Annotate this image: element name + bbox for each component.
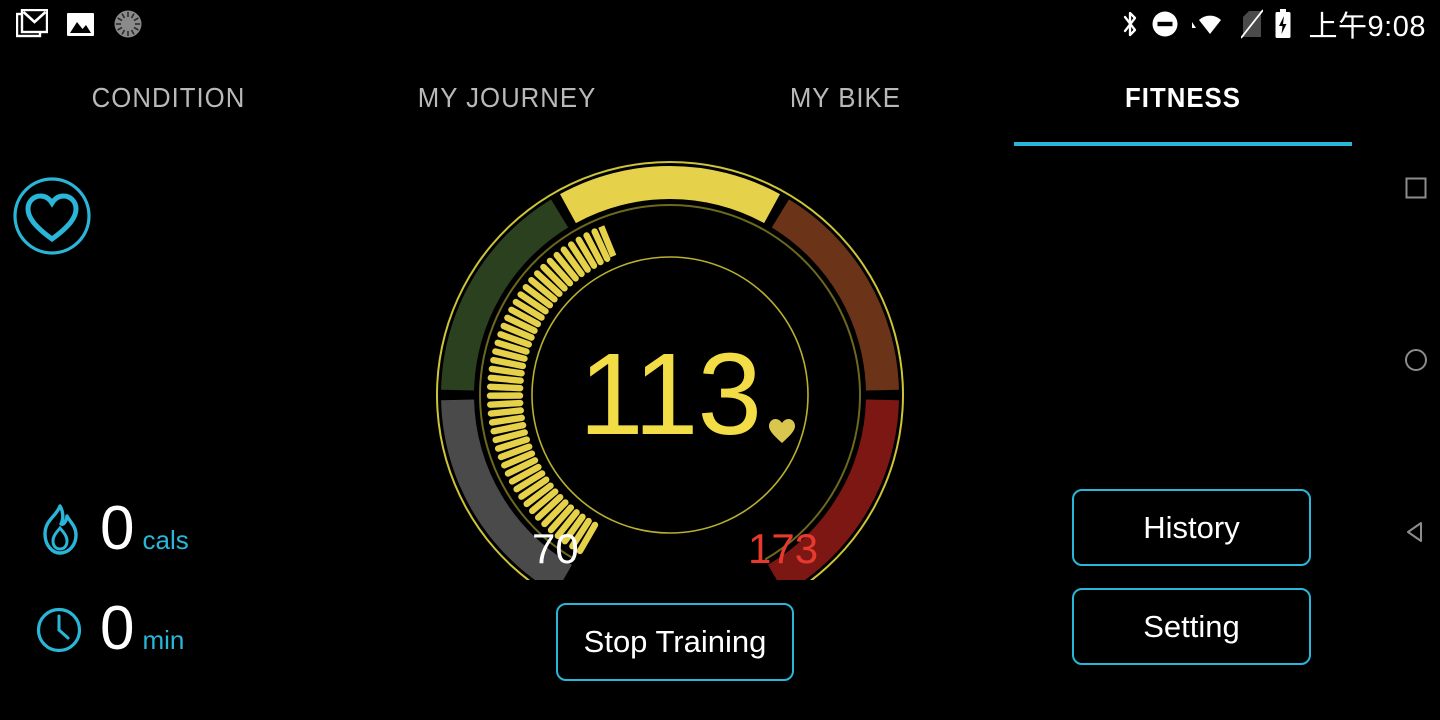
tab-my-bike[interactable]: MY BIKE: [676, 56, 1014, 146]
battery-charging-icon: [1275, 9, 1291, 38]
flame-icon: [43, 504, 78, 555]
tab-my-journey-label: MY JOURNEY: [417, 82, 597, 113]
stop-training-label: Stop Training: [583, 624, 767, 659]
tab-condition-label: CONDITION: [92, 82, 246, 113]
photo-icon: [67, 12, 94, 36]
status-bar-left-icons: [16, 9, 143, 39]
history-button[interactable]: History: [1072, 489, 1311, 566]
gmail-icon: [16, 9, 48, 38]
tab-my-journey[interactable]: MY JOURNEY: [338, 56, 676, 146]
gauge-heart-marker-icon: [769, 419, 795, 443]
loading-spinner-icon: [114, 10, 142, 38]
heart-rate-badge[interactable]: [12, 176, 92, 256]
android-nav-bar: [1392, 48, 1440, 720]
tab-fitness-label: FITNESS: [1125, 82, 1241, 113]
calories-unit: cals: [142, 525, 189, 555]
setting-label: Setting: [1143, 608, 1240, 644]
stat-calories: 0 cals: [36, 498, 189, 560]
tab-fitness[interactable]: FITNESS: [1014, 56, 1352, 146]
stop-training-button[interactable]: Stop Training: [556, 603, 794, 681]
no-sim-icon: [1240, 9, 1263, 39]
stat-minutes: 0 min: [36, 598, 184, 660]
history-label: History: [1143, 509, 1240, 545]
recents-button[interactable]: [1392, 164, 1440, 212]
gauge-max-label: 173: [748, 525, 819, 572]
tab-my-bike-label: MY BIKE: [789, 82, 901, 113]
back-triangle-icon: [1407, 522, 1422, 542]
app-screen: 上午9:08 CONDITION MY JOURNEY MY BIKE FITN…: [0, 0, 1440, 720]
gauge-current-value: 113: [579, 329, 762, 459]
status-bar: 上午9:08: [0, 0, 1440, 48]
back-button[interactable]: [1392, 508, 1440, 556]
bluetooth-icon: [1123, 11, 1136, 37]
do-not-disturb-icon: [1152, 11, 1178, 37]
recents-square-icon: [1405, 177, 1427, 199]
status-bar-clock: 上午9:08: [1308, 11, 1426, 43]
setting-button[interactable]: Setting: [1072, 588, 1311, 665]
wifi-icon: [1191, 15, 1221, 34]
calories-value: 0: [100, 494, 135, 563]
clock-icon: [36, 607, 82, 653]
home-button[interactable]: [1392, 336, 1440, 384]
tab-bar: CONDITION MY JOURNEY MY BIKE FITNESS: [0, 56, 1392, 146]
home-circle-icon: [1405, 349, 1427, 371]
status-bar-right-icons: 上午9:08: [1120, 0, 1426, 48]
heart-rate-gauge: 113 70 173: [425, 150, 915, 598]
minutes-unit: min: [142, 625, 185, 655]
gauge-min-label: 70: [532, 525, 579, 572]
tab-active-indicator: [1014, 142, 1352, 146]
minutes-value: 0: [100, 594, 135, 663]
tab-condition[interactable]: CONDITION: [0, 56, 338, 146]
